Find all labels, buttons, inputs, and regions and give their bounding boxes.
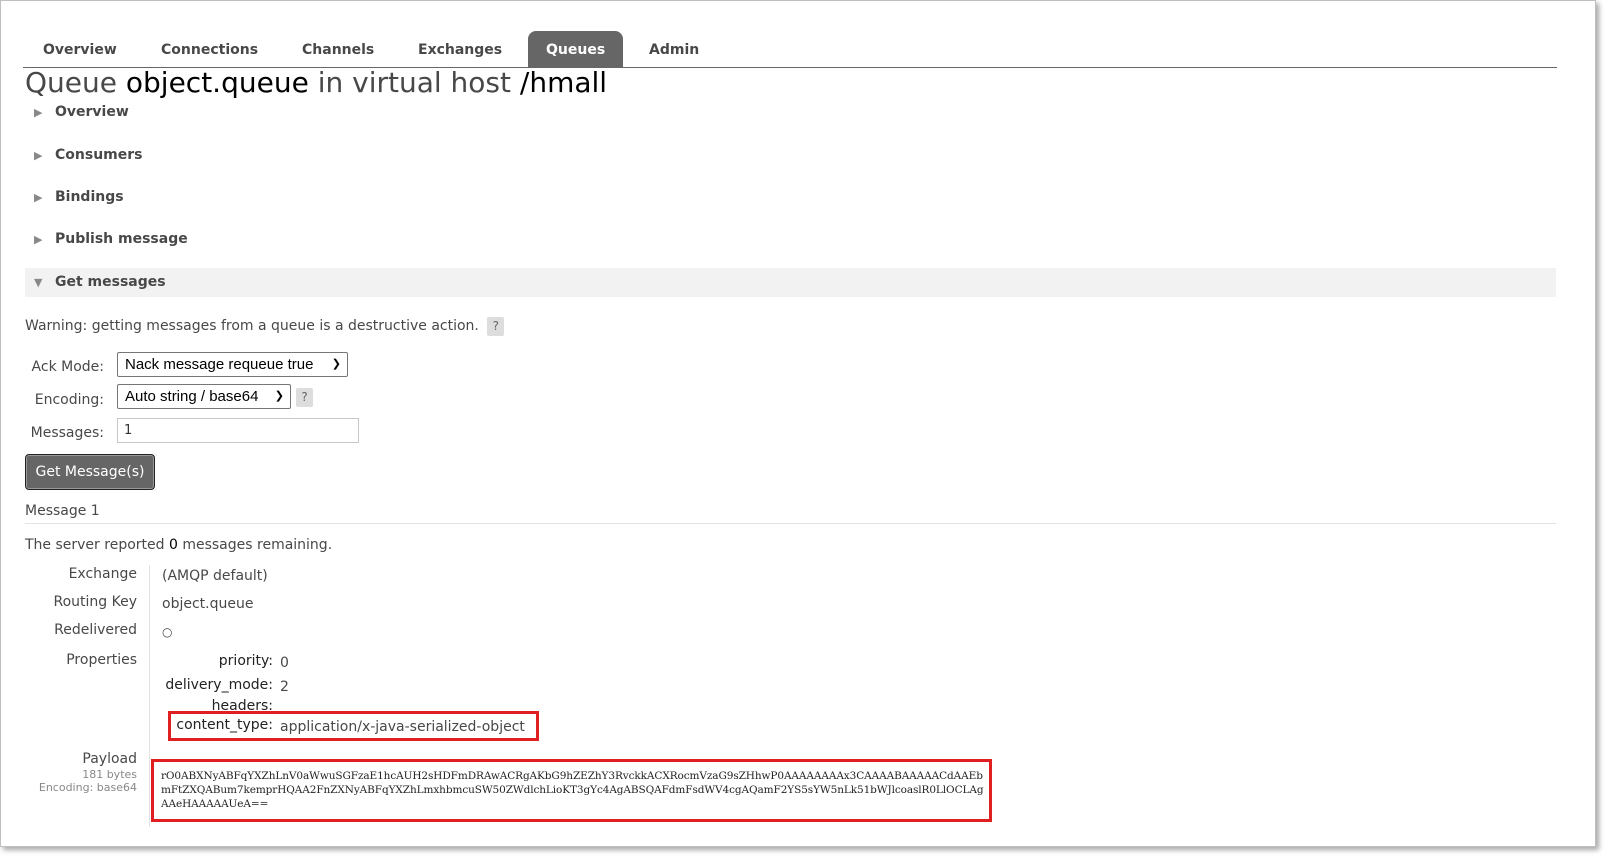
routing-key-label: Routing Key — [53, 594, 137, 610]
section-consumers[interactable]: ▶ Consumers — [25, 141, 1556, 170]
remaining-prefix: The server reported — [25, 537, 165, 553]
section-consumers-label: Consumers — [55, 147, 143, 163]
get-messages-button[interactable]: Get Message(s) — [25, 454, 155, 490]
title-middle: in virtual host — [317, 66, 511, 99]
section-overview[interactable]: ▶ Overview — [25, 98, 1556, 127]
payload-label: Payload — [82, 751, 137, 767]
chevron-down-icon: ❯ — [274, 390, 284, 402]
redelivered-label: Redelivered — [54, 622, 137, 638]
section-get-messages[interactable]: ▼ Get messages — [25, 268, 1556, 297]
priority-label: priority: — [218, 653, 273, 669]
section-publish-message[interactable]: ▶ Publish message — [25, 225, 1556, 254]
exchange-label: Exchange — [68, 566, 137, 582]
messages-label: Messages: — [30, 425, 104, 441]
app-window: Overview Connections Channels Exchanges … — [0, 0, 1596, 847]
chevron-down-icon: ❯ — [331, 358, 341, 370]
tab-queues[interactable]: Queues — [528, 31, 624, 67]
tab-admin[interactable]: Admin — [631, 31, 717, 67]
page-title: Queue object.queue in virtual host /hmal… — [25, 65, 607, 101]
remaining-count: 0 — [168, 537, 178, 553]
tab-channels[interactable]: Channels — [284, 31, 392, 67]
help-icon[interactable]: ? — [487, 317, 505, 336]
tab-overview[interactable]: Overview — [25, 31, 135, 67]
encoding-label: Encoding: — [34, 392, 104, 408]
routing-key-value: object.queue — [162, 596, 254, 612]
ack-mode-value: Nack message requeue true — [125, 356, 314, 373]
message-heading: Message 1 — [25, 503, 1556, 524]
section-bindings-label: Bindings — [55, 189, 124, 205]
priority-value: 0 — [280, 655, 289, 671]
encoding-select[interactable]: Auto string / base64 ❯ — [117, 384, 291, 409]
delivery-mode-label: delivery_mode: — [165, 677, 273, 693]
destructive-warning: Warning: getting messages from a queue i… — [25, 317, 505, 336]
exchange-value: (AMQP default) — [162, 568, 268, 584]
properties-label: Properties — [66, 652, 137, 668]
title-prefix: Queue — [25, 66, 117, 99]
warning-text: Warning: getting messages from a queue i… — [25, 318, 479, 334]
main-nav-tabs: Overview Connections Channels Exchanges … — [23, 31, 1557, 68]
queue-name: object.queue — [125, 66, 309, 99]
section-get-label: Get messages — [55, 274, 166, 290]
payload-value: rO0ABXNyABFqYXZhLnV0aWwuSGFzaE1hcAUH2sHD… — [161, 770, 984, 810]
content-type-label: content_type: — [176, 717, 273, 733]
caret-right-icon: ▶ — [34, 149, 43, 162]
vhost-name: /hmall — [519, 66, 608, 99]
ack-mode-select[interactable]: Nack message requeue true ❯ — [117, 352, 348, 377]
ack-mode-label: Ack Mode: — [31, 359, 104, 375]
encoding-value: Auto string / base64 — [125, 388, 259, 405]
caret-right-icon: ▶ — [34, 106, 43, 119]
encoding-help-icon[interactable]: ? — [296, 388, 313, 407]
caret-down-icon: ▼ — [34, 276, 43, 289]
messages-count-input[interactable]: 1 — [117, 418, 359, 443]
details-divider — [149, 565, 150, 827]
redelivered-value: ○ — [162, 625, 173, 639]
section-overview-label: Overview — [55, 104, 129, 120]
section-bindings[interactable]: ▶ Bindings — [25, 183, 1556, 212]
caret-right-icon: ▶ — [34, 233, 43, 246]
tab-exchanges[interactable]: Exchanges — [400, 31, 520, 67]
caret-right-icon: ▶ — [34, 191, 43, 204]
content-type-value: application/x-java-serialized-object — [280, 719, 525, 735]
tab-connections[interactable]: Connections — [143, 31, 276, 67]
section-publish-label: Publish message — [55, 231, 188, 247]
payload-encoding: Encoding: base64 — [38, 781, 137, 794]
remaining-suffix: messages remaining. — [182, 537, 333, 553]
delivery-mode-value: 2 — [280, 679, 289, 695]
payload-size: 181 bytes — [82, 768, 137, 781]
messages-remaining: The server reported 0 messages remaining… — [25, 537, 332, 553]
